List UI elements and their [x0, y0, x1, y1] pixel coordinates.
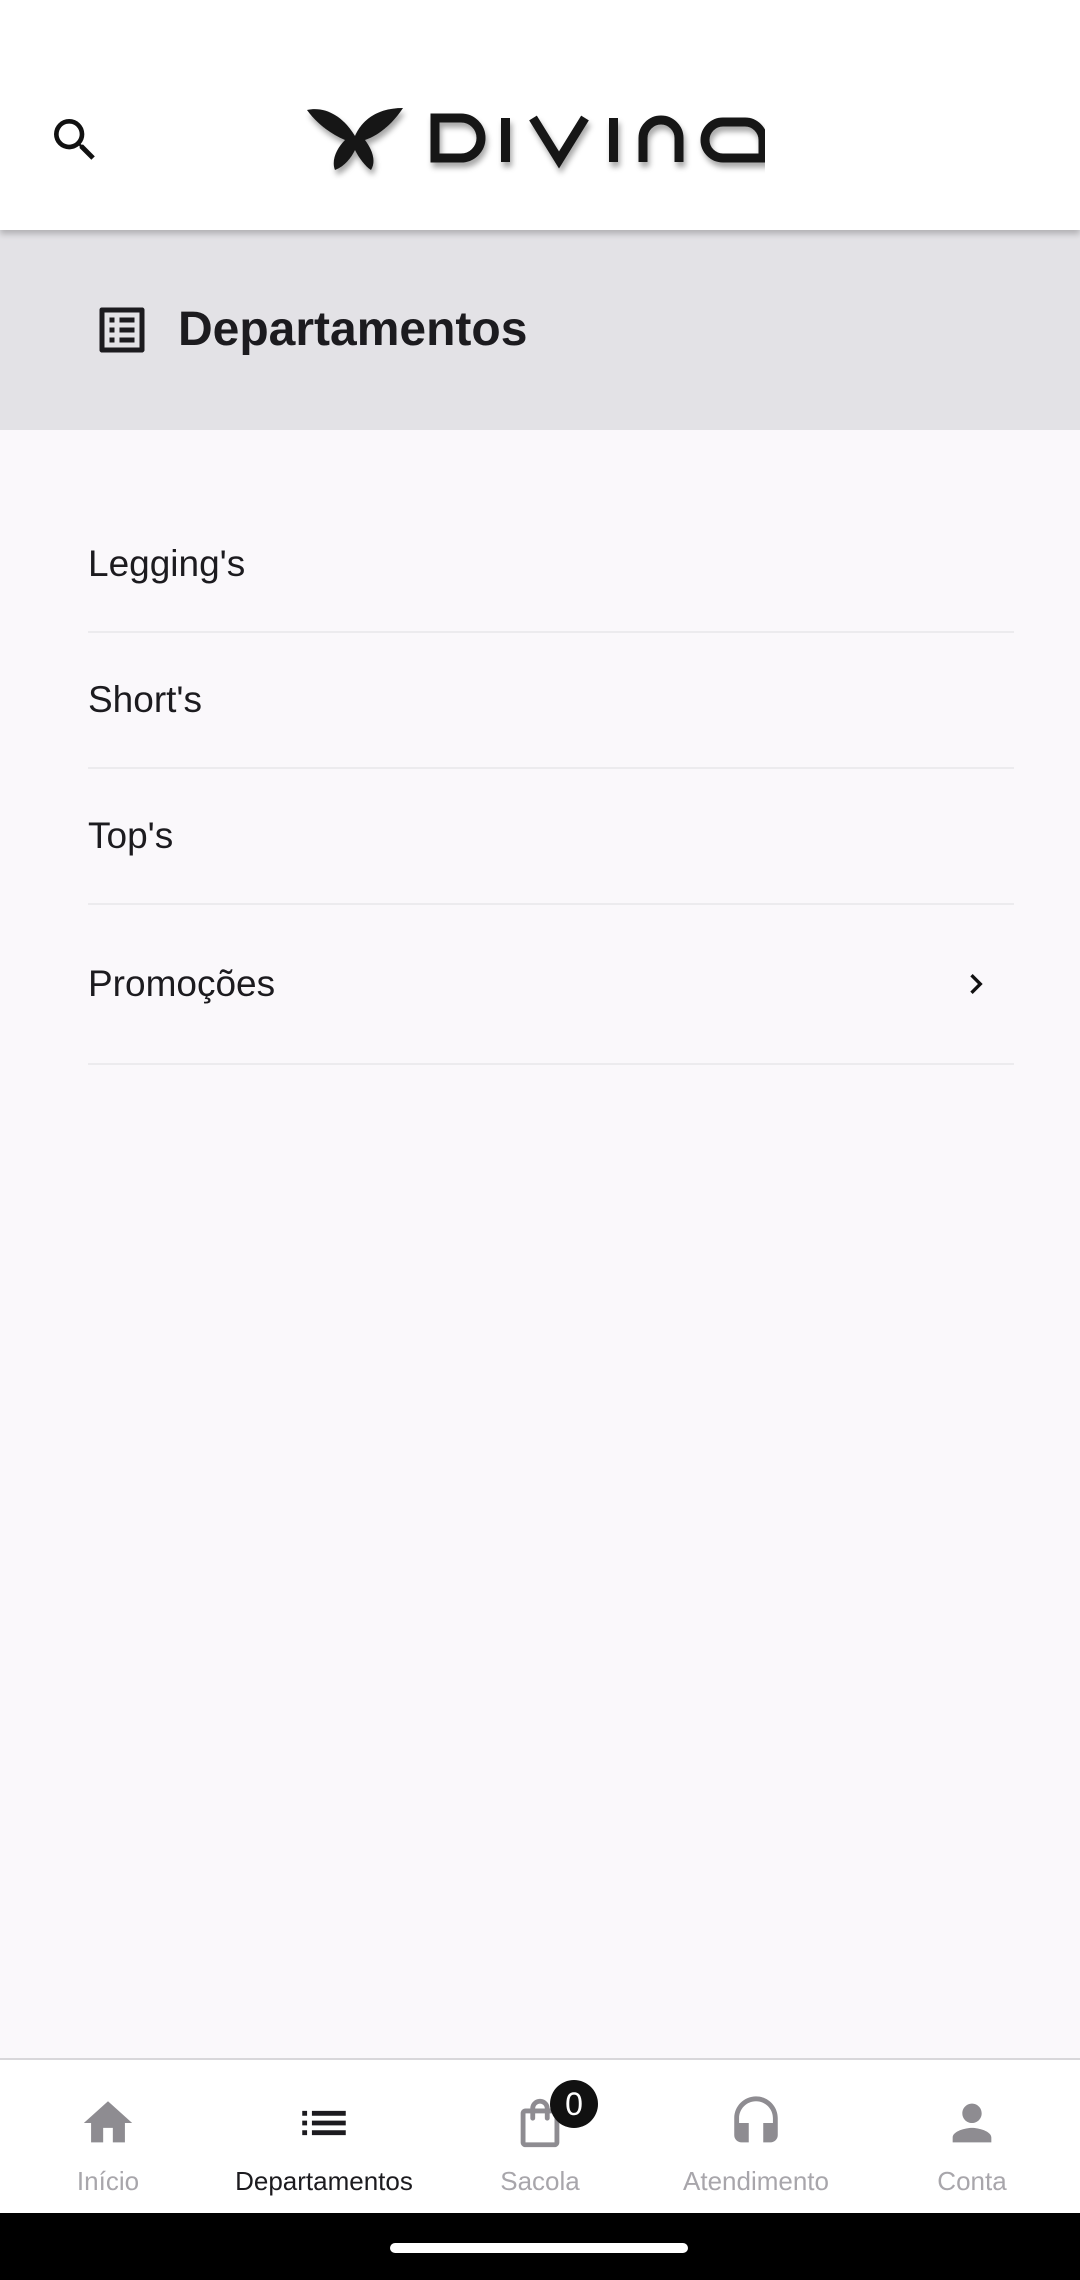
headset-icon: [734, 2096, 778, 2143]
app-screen: Departamentos Legging's Short's Top's Pr…: [0, 0, 1080, 2280]
person-icon: [952, 2103, 992, 2143]
cart-count-badge: 0: [550, 2080, 598, 2128]
nav-label: Atendimento: [683, 2166, 829, 2196]
divina-logo: [307, 108, 765, 170]
department-label: Top's: [88, 815, 174, 856]
nav-label: Início: [76, 2166, 140, 2196]
nav-item-inicio[interactable]: Início: [0, 2060, 216, 2215]
nav-item-departamentos[interactable]: Departamentos: [216, 2060, 432, 2215]
department-item-leggings[interactable]: Legging's: [88, 497, 1014, 633]
search-icon: [54, 119, 95, 160]
nav-label: Sacola: [500, 2166, 580, 2196]
system-navigation-bar: [0, 2213, 1080, 2280]
department-label: Short's: [88, 679, 202, 720]
nav-item-conta[interactable]: Conta: [864, 2060, 1080, 2215]
departments-list: Legging's Short's Top's Promoções: [88, 497, 1014, 1065]
top-app-bar: [0, 0, 1080, 230]
department-item-tops[interactable]: Top's: [88, 769, 1014, 905]
section-header: Departamentos: [0, 230, 1080, 430]
nav-item-atendimento[interactable]: Atendimento: [648, 2060, 864, 2215]
nav-label: Departamentos: [235, 2166, 413, 2196]
list-alt-icon: [99, 307, 145, 353]
nav-label: Conta: [937, 2166, 1007, 2196]
department-label: Promoções: [88, 963, 276, 1004]
list-icon: [302, 2110, 346, 2136]
bottom-navigation: Início Departamentos 0 Sacola Atendiment…: [0, 2058, 1080, 2215]
search-button[interactable]: [40, 105, 110, 175]
home-icon: [83, 2101, 133, 2143]
department-item-promocoes[interactable]: Promoções: [88, 905, 1014, 1065]
department-item-shorts[interactable]: Short's: [88, 633, 1014, 769]
home-gesture-handle[interactable]: [390, 2243, 688, 2253]
department-label: Legging's: [88, 543, 246, 584]
nav-item-sacola[interactable]: 0 Sacola: [432, 2060, 648, 2215]
page-title: Departamentos: [178, 303, 528, 356]
chevron-right-icon: [970, 974, 983, 994]
